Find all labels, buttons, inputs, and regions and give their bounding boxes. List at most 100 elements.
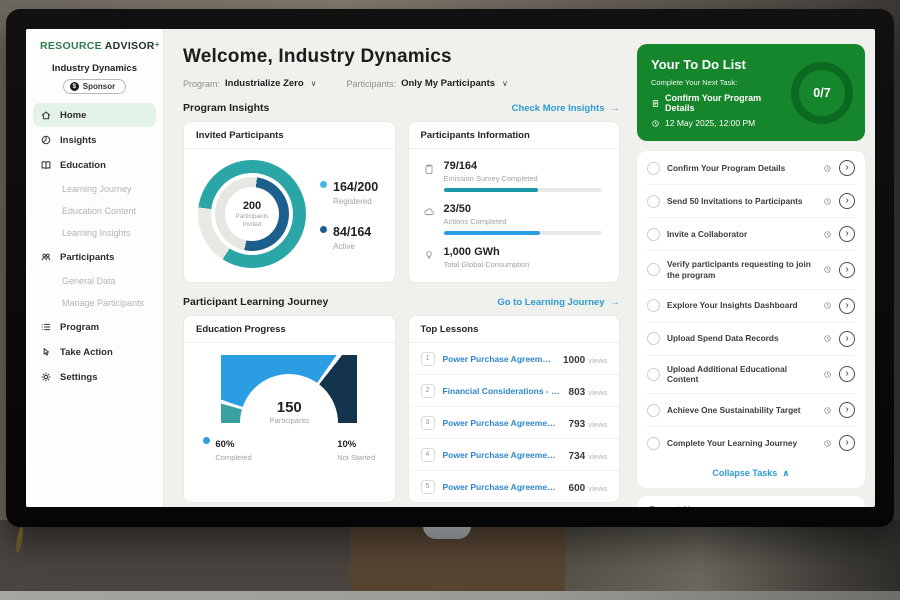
views-count: 734: [569, 451, 586, 462]
task-checkbox[interactable]: [647, 195, 660, 208]
chevron-right-icon: ›: [845, 301, 848, 311]
todo-progress-value: 0/7: [813, 86, 830, 100]
legend-value: 164/200: [333, 180, 378, 194]
link-label: Go to Learning Journey: [497, 297, 604, 308]
collapse-tasks-link[interactable]: Collapse Tasks ∧: [647, 459, 855, 487]
go-to-learning-journey-link[interactable]: Go to Learning Journey →: [497, 297, 620, 308]
sidebar-item-settings[interactable]: Settings: [33, 365, 156, 389]
task-row[interactable]: Explore Your Insights Dashboard ›: [647, 290, 855, 323]
sponsor-badge: $ Sponsor: [63, 79, 126, 94]
task-row[interactable]: Invite a Collaborator ›: [647, 218, 855, 251]
card-title: Invited Participants: [184, 122, 395, 149]
task-open-button[interactable]: ›: [839, 298, 855, 314]
chevron-right-icon: ›: [845, 229, 848, 239]
lesson-link[interactable]: Power Purchase Agreements 102: [443, 450, 561, 460]
sidebar-item-general-data[interactable]: General Data: [33, 270, 156, 292]
progress-bar-fill: [444, 188, 539, 192]
sponsor-badge-label: Sponsor: [83, 82, 115, 91]
chevron-right-icon: ›: [845, 334, 848, 344]
views-count: 803: [569, 387, 586, 398]
program-filter[interactable]: Program: Industrialize Zero ∨: [183, 78, 317, 89]
top-lessons-card: Top Lessons 1 Power Purchase Agreements …: [408, 315, 621, 503]
task-open-button[interactable]: ›: [839, 193, 855, 209]
sidebar-item-program[interactable]: Program: [33, 315, 156, 339]
sidebar-item-home[interactable]: Home: [33, 103, 156, 127]
participants-filter[interactable]: Participants: Only My Participants ∨: [347, 78, 508, 89]
sidebar-item-education-content[interactable]: Education Content: [33, 200, 156, 222]
list-icon: [40, 321, 52, 333]
stat-value: 1,000 GWh: [444, 246, 530, 258]
task-checkbox[interactable]: [647, 162, 660, 175]
task-open-button[interactable]: ›: [839, 160, 855, 176]
task-open-button[interactable]: ›: [839, 435, 855, 451]
task-open-button[interactable]: ›: [839, 331, 855, 347]
check-more-insights-link[interactable]: Check More Insights →: [512, 103, 620, 114]
stat-value: 79/164: [444, 160, 602, 172]
lesson-link[interactable]: Financial Considerations - VPPAs: [443, 386, 561, 396]
participants-filter-value: Only My Participants: [401, 78, 495, 89]
task-row[interactable]: Send 50 Invitations to Participants ›: [647, 185, 855, 218]
sidebar-item-learning-journey[interactable]: Learning Journey: [33, 178, 156, 200]
todo-title: Your To Do List: [651, 57, 783, 72]
sidebar-item-label: Home: [60, 110, 86, 121]
task-open-button[interactable]: ›: [839, 262, 855, 278]
task-checkbox[interactable]: [647, 263, 660, 276]
logo-plus: +: [155, 40, 160, 49]
task-checkbox[interactable]: [647, 437, 660, 450]
sidebar-item-take-action[interactable]: Take Action: [33, 340, 156, 364]
bulb-icon: [423, 249, 435, 261]
gear-icon: [40, 371, 52, 383]
home-icon: [40, 109, 52, 121]
task-label: Send 50 Invitations to Participants: [667, 196, 816, 207]
rank-badge: 4: [421, 448, 435, 462]
sidebar-item-manage-participants[interactable]: Manage Participants: [33, 292, 156, 314]
task-checkbox[interactable]: [647, 228, 660, 241]
task-open-button[interactable]: ›: [839, 226, 855, 242]
task-open-button[interactable]: ›: [839, 402, 855, 418]
section-title: Program Insights: [183, 102, 269, 114]
sidebar-item-label: Settings: [60, 372, 97, 383]
task-open-button[interactable]: ›: [839, 366, 855, 382]
task-row[interactable]: Upload Additional Educational Content ›: [647, 356, 855, 395]
background-desk-left: [0, 520, 350, 600]
task-label: Upload Additional Educational Content: [667, 364, 816, 386]
todo-next-task: Confirm Your Program Details: [665, 93, 783, 113]
task-row[interactable]: Complete Your Learning Journey ›: [647, 427, 855, 459]
progress-bar: [444, 231, 602, 235]
task-checkbox[interactable]: [647, 299, 660, 312]
lesson-link[interactable]: Power Purchase Agreements 101: [443, 354, 555, 364]
legend-value: 84/164: [333, 225, 371, 239]
views-count: 793: [569, 419, 586, 430]
sidebar-item-label: Participants: [60, 252, 114, 263]
lesson-link[interactable]: Power Purchase Agreements 103: [443, 482, 561, 492]
task-row[interactable]: Achieve One Sustainability Target ›: [647, 394, 855, 427]
arrow-right-icon: →: [611, 297, 621, 308]
card-title: Top Lessons: [409, 316, 620, 343]
task-row[interactable]: Verify participants requesting to join t…: [647, 251, 855, 290]
task-label: Confirm Your Program Details: [667, 163, 816, 174]
task-row[interactable]: Upload Spend Data Records ›: [647, 323, 855, 356]
sidebar-item-participants[interactable]: Participants: [33, 245, 156, 269]
legend-active: 84/164 Active: [320, 223, 378, 251]
views-count: 600: [569, 483, 586, 494]
lesson-link[interactable]: Power Purchase Agreements 101: [443, 418, 561, 428]
chevron-right-icon: ›: [845, 265, 848, 275]
task-checkbox[interactable]: [647, 332, 660, 345]
sidebar-item-insights[interactable]: Insights: [33, 128, 156, 152]
clock-icon: [823, 164, 832, 173]
sidebar-item-learning-insights[interactable]: Learning Insights: [33, 222, 156, 244]
todo-next-datetime: 12 May 2025, 12:00 PM: [665, 118, 755, 128]
sidebar-item-education[interactable]: Education: [33, 153, 156, 177]
task-checkbox[interactable]: [647, 404, 660, 417]
task-checkbox[interactable]: [647, 368, 660, 381]
rank-badge: 3: [421, 416, 435, 430]
task-row[interactable]: Confirm Your Program Details ›: [647, 152, 855, 185]
dashboard-screen: RESOURCE ADVISOR+ Industry Dynamics $ Sp…: [26, 29, 875, 507]
card-title: Participants Information: [409, 122, 620, 149]
legend-label: Registered: [333, 197, 378, 206]
task-label: Explore Your Insights Dashboard: [667, 300, 816, 311]
participants-information-card: Participants Information 79/164 Emission…: [408, 121, 621, 283]
chevron-down-icon: ∨: [311, 79, 317, 88]
participants-filter-label: Participants:: [347, 79, 397, 89]
logo-text-primary: RESOURCE: [40, 40, 102, 52]
